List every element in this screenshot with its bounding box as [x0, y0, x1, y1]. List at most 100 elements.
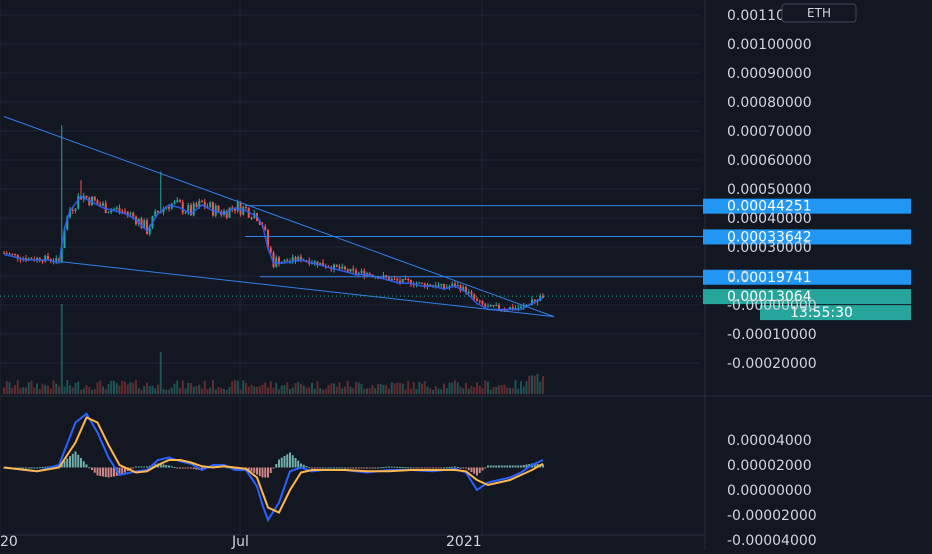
histogram-bar — [399, 467, 401, 468]
volume-bar — [465, 382, 467, 394]
volume-bar — [517, 388, 520, 394]
candle-body — [234, 208, 236, 212]
volume-bar — [3, 387, 5, 394]
histogram-bar — [415, 467, 418, 469]
candle-body — [93, 196, 96, 201]
volume-bar — [217, 386, 220, 394]
volume-bar — [38, 389, 41, 394]
volume-bar — [71, 387, 74, 394]
volume-bar — [107, 383, 110, 394]
volume-bar — [308, 387, 311, 394]
histogram-bar — [294, 458, 297, 468]
volume-bar — [190, 382, 192, 394]
volume-bar — [374, 388, 377, 394]
volume-bar — [192, 386, 195, 394]
histogram-bar — [82, 461, 85, 468]
volume-bar — [503, 384, 506, 394]
price-chart[interactable]: 0.000442510.000336420.000197410.00013064… — [0, 0, 932, 550]
volume-bar — [99, 380, 102, 394]
volume-bar — [44, 385, 47, 394]
histogram-bar — [432, 467, 434, 469]
volume-bar — [366, 388, 368, 394]
volume-bar — [379, 383, 382, 394]
histogram-bar — [371, 467, 374, 469]
histogram-bar — [258, 467, 261, 476]
histogram-bar — [102, 467, 104, 477]
candle-body — [129, 212, 132, 215]
volume-bar — [269, 381, 272, 394]
volume-bar — [27, 382, 30, 394]
histogram-bar — [426, 467, 429, 469]
volume-bar — [16, 380, 19, 394]
histogram-bar — [429, 467, 432, 469]
histogram-bar — [390, 466, 393, 468]
histogram-bar — [374, 467, 377, 469]
histogram-bar — [107, 467, 110, 478]
volume-bar — [198, 384, 201, 394]
volume-bar — [41, 383, 44, 394]
candle-body — [201, 201, 203, 203]
volume-bar — [286, 382, 289, 394]
chart-area[interactable]: 0.00044251 0.00033642 0.00019741 0.00013064… — [0, 0, 932, 550]
volume-bar — [399, 382, 401, 394]
volume-bar — [456, 382, 459, 394]
volume-bar — [195, 386, 198, 394]
candle-body — [3, 252, 5, 254]
histogram-bar — [261, 467, 264, 478]
candle-body — [404, 278, 407, 280]
volume-bar — [473, 387, 476, 394]
histogram-bar — [454, 466, 456, 468]
volume-bar — [5, 381, 8, 394]
histogram-bar — [132, 467, 135, 469]
histogram-bar — [393, 466, 396, 468]
volume-bar — [47, 385, 49, 394]
volume-bar — [355, 381, 357, 394]
histogram-bar — [192, 467, 195, 469]
volume-bar — [316, 381, 319, 394]
candle-body — [467, 291, 470, 293]
volume-bar — [181, 380, 184, 394]
volume-bar — [58, 386, 60, 394]
histogram-bar — [272, 467, 275, 469]
volume-bar — [157, 384, 159, 394]
histogram-bar — [360, 467, 363, 469]
histogram-bar — [104, 467, 107, 477]
volume-bar — [432, 389, 434, 394]
histogram-bar — [30, 467, 33, 469]
time-axis-tick-label: 20 — [0, 534, 18, 550]
volume-bar — [333, 383, 335, 394]
histogram-bar — [269, 467, 272, 473]
histogram-bar — [327, 467, 330, 469]
volume-bar — [371, 385, 374, 394]
price-axis-tick-label: 0.00070000 — [727, 124, 812, 140]
histogram-bar — [346, 467, 349, 469]
histogram-bar — [357, 467, 360, 469]
candle-body — [228, 207, 231, 218]
candle-body — [8, 253, 11, 255]
histogram-bar — [382, 467, 385, 468]
volume-bar — [487, 381, 489, 394]
volume-bar — [148, 386, 151, 394]
volume-bar — [143, 386, 146, 394]
candle-body — [168, 206, 170, 209]
volume-bar — [52, 380, 55, 394]
histogram-bar — [459, 467, 462, 469]
volume-bar — [470, 385, 473, 394]
candle-body — [217, 205, 220, 212]
volume-bar — [256, 386, 258, 394]
volume-bar — [498, 385, 500, 394]
histogram-bar — [283, 456, 286, 468]
volume-bar — [459, 386, 462, 394]
histogram-bar — [434, 467, 437, 469]
histogram-bar — [69, 456, 71, 468]
candle-body — [451, 283, 454, 287]
candle-body — [355, 270, 357, 275]
volume-bar — [223, 389, 225, 394]
histogram-bar — [412, 467, 415, 469]
histogram-bar — [256, 467, 258, 475]
histogram-bar — [498, 465, 500, 468]
candle-body — [192, 203, 195, 216]
histogram-bar — [80, 458, 82, 468]
volume-bar — [49, 388, 52, 394]
volume-bar — [327, 385, 330, 394]
